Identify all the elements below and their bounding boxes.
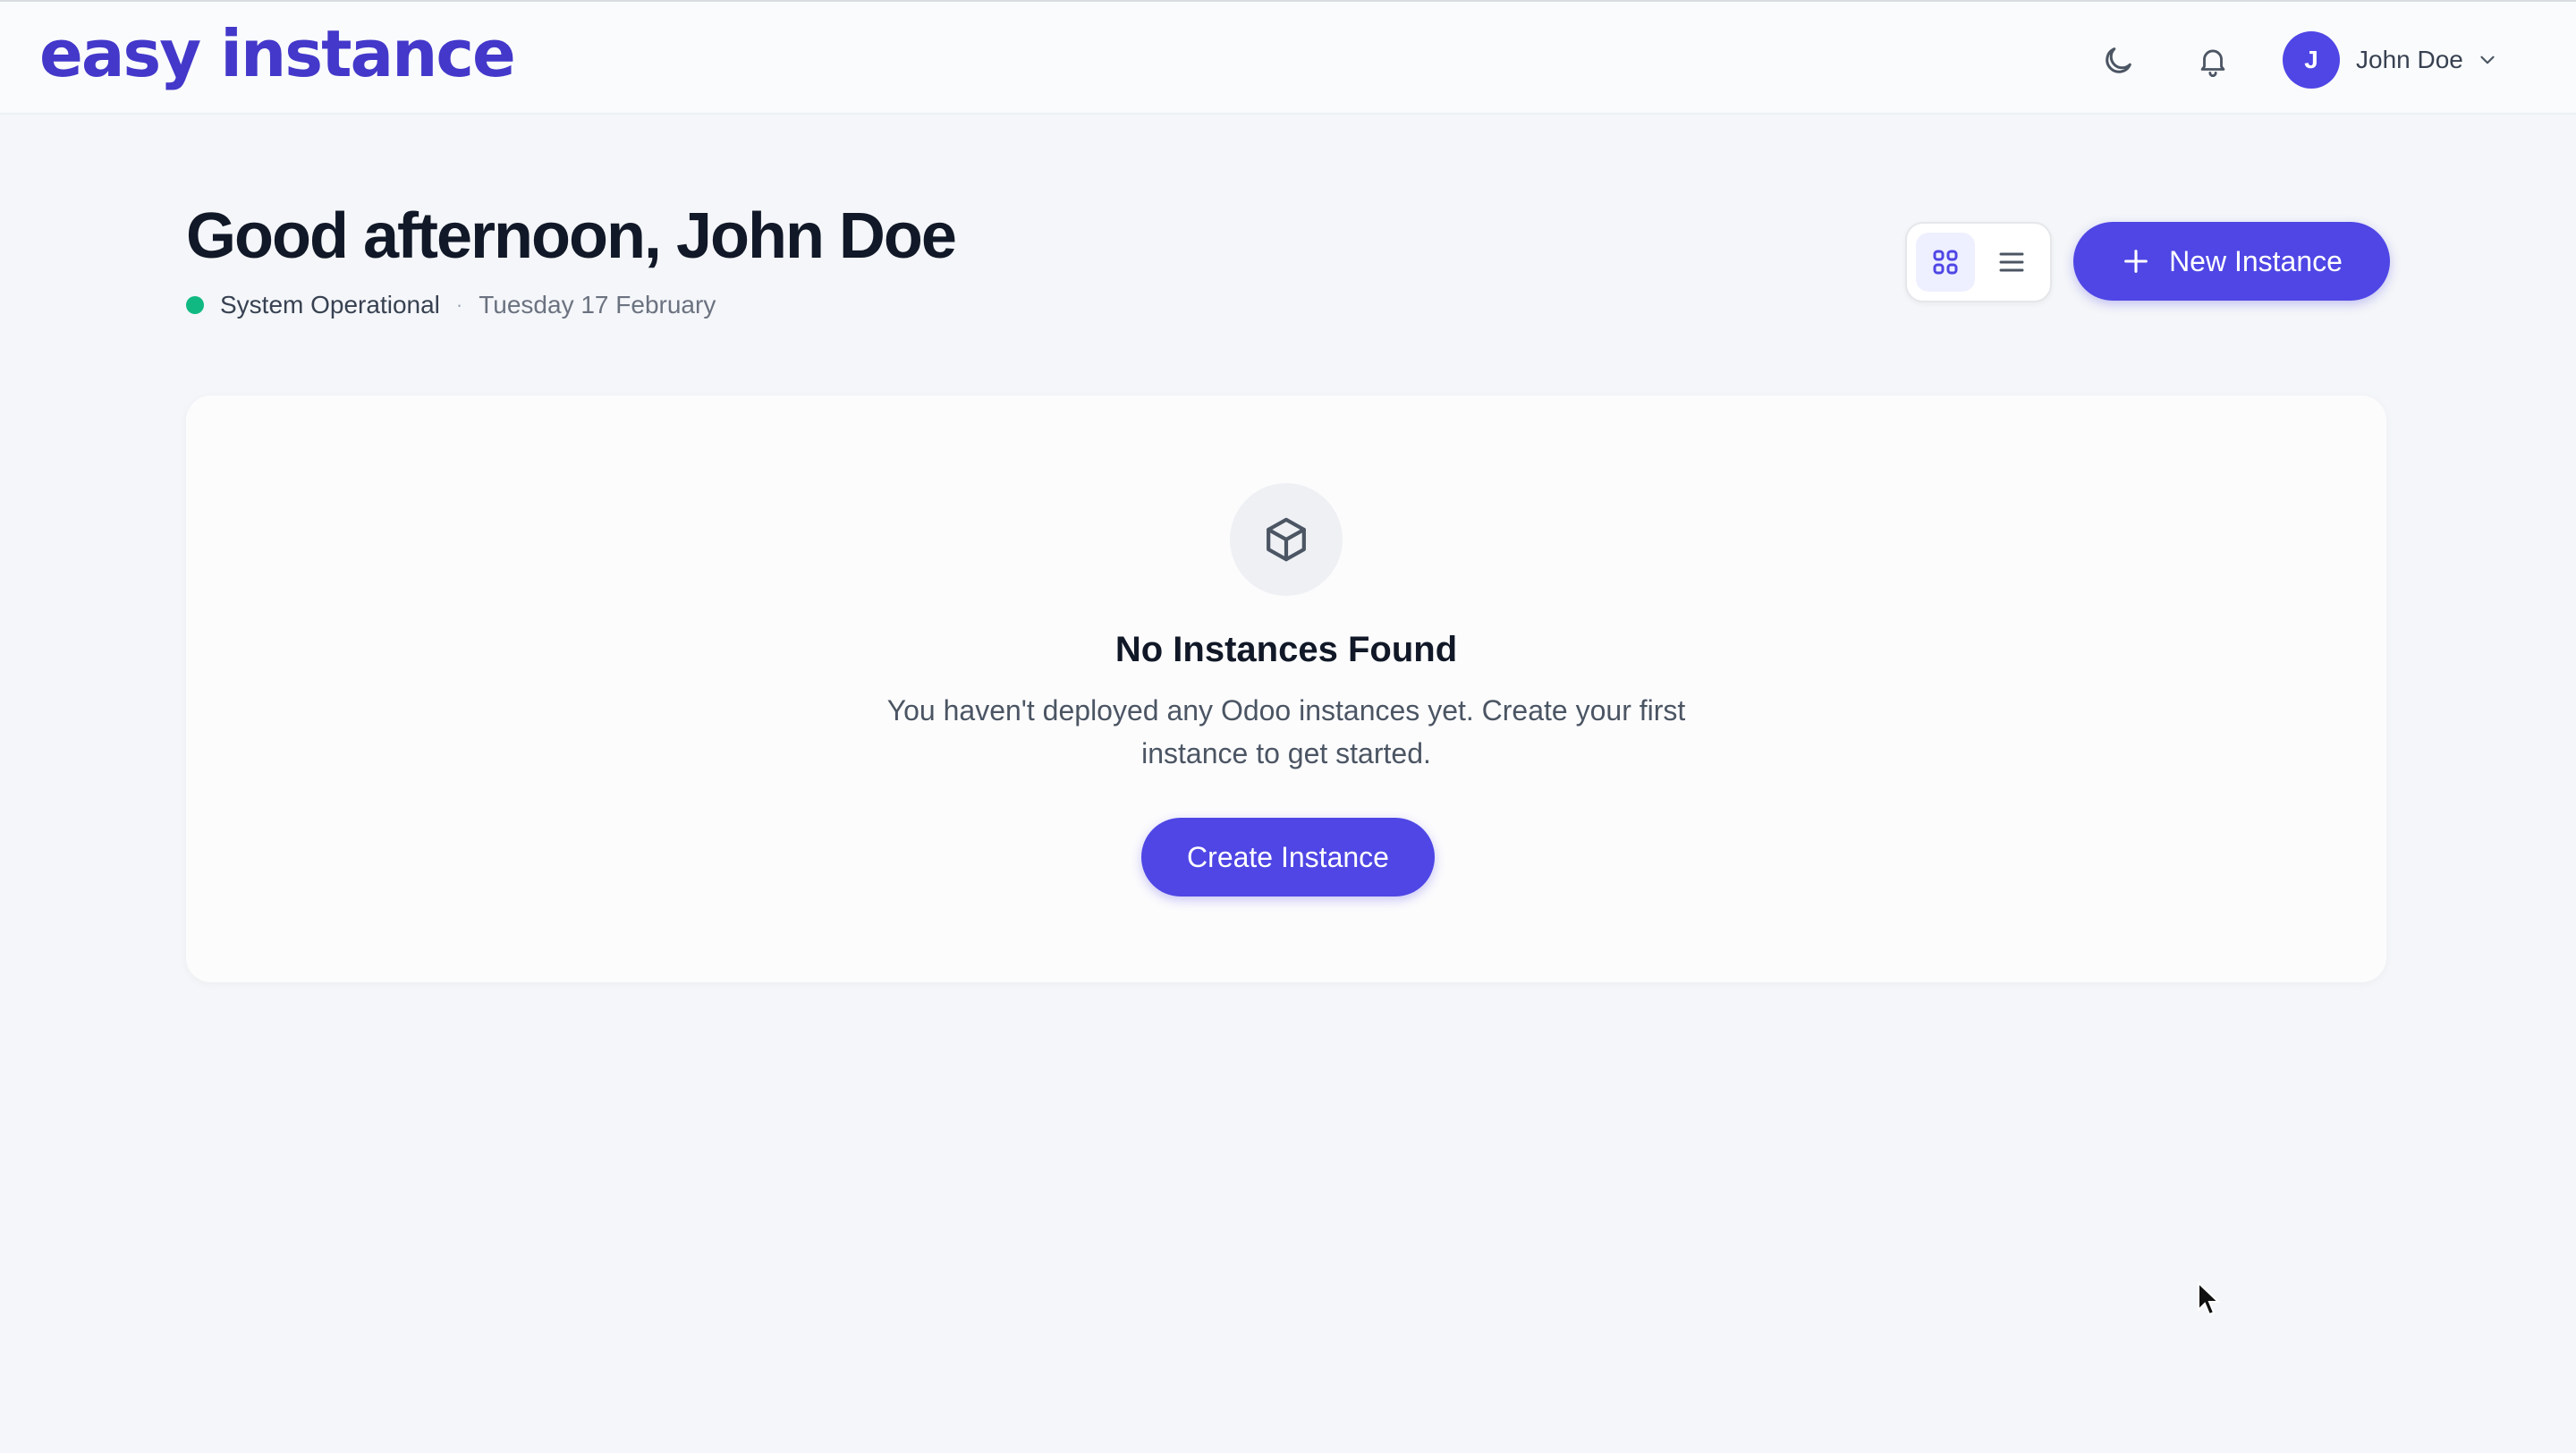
plus-icon — [2121, 246, 2151, 276]
status-indicator-dot — [186, 296, 204, 314]
theme-toggle-button[interactable] — [2091, 34, 2145, 88]
new-instance-button[interactable]: New Instance — [2073, 222, 2390, 301]
grid-view-button[interactable] — [1916, 233, 1975, 292]
empty-state-icon-circle — [1230, 483, 1343, 596]
new-instance-label: New Instance — [2169, 244, 2343, 277]
top-navbar: easy instance J John Doe — [0, 0, 2576, 115]
empty-state-description: You haven't deployed any Odoo instances … — [886, 694, 1686, 769]
bell-icon — [2200, 49, 2225, 77]
create-instance-button[interactable]: Create Instance — [1141, 818, 1435, 896]
system-status-text: System Operational — [220, 291, 440, 319]
notifications-button[interactable] — [2186, 34, 2240, 88]
avatar: J — [2283, 31, 2340, 89]
mouse-cursor-icon — [2197, 1280, 2222, 1321]
chevron-down-icon — [2476, 48, 2499, 72]
grid-icon — [1933, 250, 1958, 275]
view-toggle — [1905, 222, 2052, 302]
list-icon — [1999, 252, 2024, 272]
empty-state-title: No Instances Found — [1114, 630, 1458, 669]
app-logo[interactable]: easy instance — [39, 11, 516, 97]
empty-state-card: No Instances Found You haven't deployed … — [186, 395, 2386, 982]
user-menu[interactable]: J John Doe — [2283, 31, 2499, 89]
page-title: Good afternoon, John Doe — [186, 200, 957, 272]
cube-icon — [1267, 517, 1306, 562]
current-date: Tuesday 17 February — [479, 291, 716, 319]
status-row: System Operational · Tuesday 17 February — [186, 288, 716, 322]
list-view-button[interactable] — [1982, 233, 2041, 292]
moon-icon — [2106, 47, 2131, 73]
user-name: John Doe — [2356, 46, 2463, 73]
separator-dot: · — [455, 293, 463, 316]
